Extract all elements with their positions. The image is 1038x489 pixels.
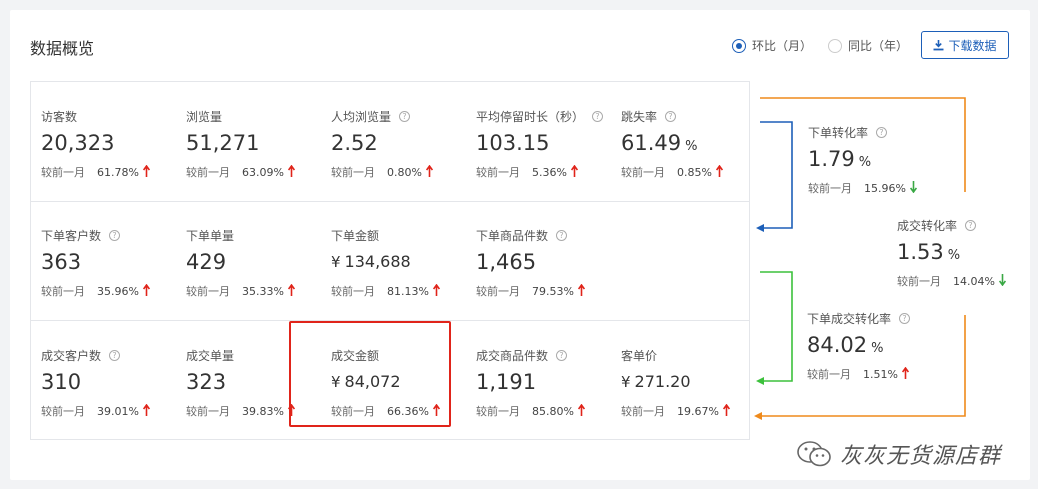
deal-conversion-rate: 成交转化率? 1.53% 较前一月 14.04% xyxy=(897,217,1037,289)
metric-label: 成交转化率 xyxy=(897,218,958,233)
trend-down-icon xyxy=(998,273,1007,289)
trend-down-icon xyxy=(909,180,918,196)
help-icon[interactable]: ? xyxy=(965,219,977,231)
help-icon[interactable]: ? xyxy=(899,312,911,324)
metric-value: 1.79 xyxy=(808,147,855,171)
trend-up-icon xyxy=(901,366,910,382)
watermark-text: 灰灰无货源店群 xyxy=(840,444,1002,469)
conversion-flow-lines xyxy=(754,97,966,420)
metric-unit: % xyxy=(947,248,961,263)
metric-unit: % xyxy=(858,155,872,170)
compare-percent: 15.96% xyxy=(864,181,906,195)
compare-percent: 14.04% xyxy=(953,274,995,288)
metric-label: 下单转化率 xyxy=(808,125,869,140)
compare-label: 较前一月 xyxy=(897,275,941,288)
compare-label: 较前一月 xyxy=(808,182,852,195)
watermark: 灰灰无货源店群 xyxy=(796,438,1001,470)
compare-label: 较前一月 xyxy=(807,368,851,381)
metric-value: 84.02 xyxy=(807,333,868,357)
metric-value: 1.53 xyxy=(897,240,944,264)
help-icon[interactable]: ? xyxy=(876,126,888,138)
order-deal-conversion-rate: 下单成交转化率? 84.02% 较前一月 1.51% xyxy=(807,310,947,382)
overview-card: 数据概览 环比（月） 同比（年） 下载数据 访客数 20,323 较前一月 61.78… xyxy=(10,10,1030,480)
compare-percent: 1.51% xyxy=(863,367,898,381)
metric-label: 下单成交转化率 xyxy=(807,311,892,326)
order-conversion-rate: 下单转化率? 1.79% 较前一月 15.96% xyxy=(808,124,948,196)
wechat-icon xyxy=(797,441,831,467)
metric-unit: % xyxy=(871,341,884,356)
